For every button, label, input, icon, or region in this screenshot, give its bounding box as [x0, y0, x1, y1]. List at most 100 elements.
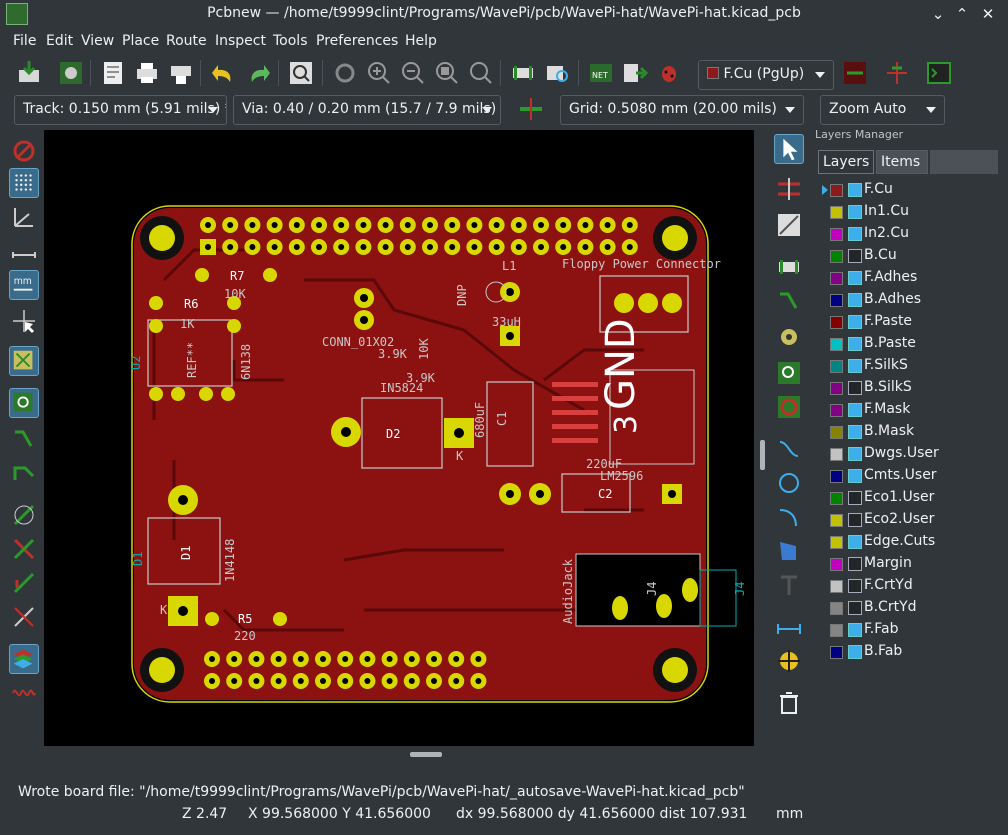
minimize-icon[interactable]: ⌄	[928, 4, 948, 24]
layer-row-f-adhes[interactable]: F.Adhes	[822, 267, 1002, 289]
auto-delete-icon[interactable]	[9, 424, 39, 454]
layer-pair-icon[interactable]	[840, 58, 870, 88]
layer-visibility-checkbox[interactable]	[848, 535, 862, 549]
layer-row-f-fab[interactable]: F.Fab	[822, 619, 1002, 641]
layer-visibility-checkbox[interactable]	[848, 557, 862, 571]
track-width-select[interactable]: Track: 0.150 mm (5.91 mils) *	[14, 95, 227, 125]
layer-visibility-checkbox[interactable]	[848, 469, 862, 483]
high-contrast-icon[interactable]	[9, 644, 39, 674]
microwave-toolbar-icon[interactable]	[9, 678, 39, 708]
layer-visibility-checkbox[interactable]	[848, 205, 862, 219]
layer-row-f-mask[interactable]: F.Mask	[822, 399, 1002, 421]
microwave-icon[interactable]	[882, 58, 912, 88]
layer-visibility-checkbox[interactable]	[848, 623, 862, 637]
layer-color-swatch[interactable]	[830, 536, 843, 549]
layer-visibility-checkbox[interactable]	[848, 513, 862, 527]
layer-color-swatch[interactable]	[830, 492, 843, 505]
layer-color-swatch[interactable]	[830, 382, 843, 395]
menu-help[interactable]: Help	[405, 33, 437, 49]
plot-icon[interactable]	[166, 58, 196, 88]
drc-off-icon[interactable]	[9, 136, 39, 166]
pcb-canvas[interactable]: GND 3 Floppy Power Connector L1 R7 10K R…	[44, 130, 754, 746]
zone-disable-icon[interactable]	[9, 568, 39, 598]
auto-track-width-icon[interactable]	[516, 94, 546, 124]
grid-icon[interactable]	[9, 168, 39, 198]
layer-row-b-silks[interactable]: B.SilkS	[822, 377, 1002, 399]
layer-color-swatch[interactable]	[830, 184, 843, 197]
route-track-icon[interactable]	[774, 286, 804, 316]
layer-row-b-mask[interactable]: B.Mask	[822, 421, 1002, 443]
local-ratsnest-icon[interactable]	[9, 388, 39, 418]
layer-row-margin[interactable]: Margin	[822, 553, 1002, 575]
grid-select[interactable]: Grid: 0.5080 mm (20.00 mils)	[560, 95, 804, 125]
print-icon[interactable]	[132, 58, 162, 88]
maximize-icon[interactable]: ⌃	[952, 4, 972, 24]
layer-visibility-checkbox[interactable]	[848, 645, 862, 659]
board-setup-icon[interactable]	[56, 58, 86, 88]
add-keepout-icon[interactable]	[774, 392, 804, 422]
layer-color-swatch[interactable]	[830, 228, 843, 241]
netlist-icon[interactable]: NET	[586, 58, 616, 88]
layer-color-swatch[interactable]	[830, 602, 843, 615]
layer-color-swatch[interactable]	[830, 624, 843, 637]
zoom-in-icon[interactable]	[364, 58, 394, 88]
highlight-net-icon[interactable]	[774, 174, 804, 204]
footprint-editor-icon[interactable]	[508, 58, 538, 88]
menu-tools[interactable]: Tools	[273, 33, 308, 49]
delete-icon[interactable]	[774, 688, 804, 718]
save-icon[interactable]	[14, 58, 44, 88]
add-polygon-icon[interactable]	[774, 536, 804, 566]
menu-inspect[interactable]: Inspect	[215, 33, 266, 49]
layer-row-b-fab[interactable]: B.Fab	[822, 641, 1002, 663]
add-footprint-icon[interactable]	[774, 252, 804, 282]
local-ratsnest-icon[interactable]	[774, 210, 804, 240]
add-text-icon[interactable]	[774, 570, 804, 600]
zoom-fit-icon[interactable]	[432, 58, 462, 88]
zone-outline-icon[interactable]	[9, 534, 39, 564]
inch-units-icon[interactable]	[9, 240, 39, 270]
layer-color-swatch[interactable]	[830, 404, 843, 417]
redraw-icon[interactable]	[330, 58, 360, 88]
add-target-icon[interactable]	[774, 646, 804, 676]
layer-visibility-checkbox[interactable]	[848, 579, 862, 593]
ratsnest-icon[interactable]	[9, 346, 39, 376]
layer-visibility-checkbox[interactable]	[848, 293, 862, 307]
layer-visibility-checkbox[interactable]	[848, 601, 862, 615]
menu-view[interactable]: View	[81, 33, 114, 49]
layer-color-swatch[interactable]	[830, 316, 843, 329]
layer-visibility-checkbox[interactable]	[848, 183, 862, 197]
layer-select[interactable]: F.Cu (PgUp)	[698, 60, 834, 90]
pads-sketch-icon[interactable]	[9, 602, 39, 632]
layer-row-in2-cu[interactable]: In2.Cu	[822, 223, 1002, 245]
layer-visibility-checkbox[interactable]	[848, 447, 862, 461]
layer-visibility-checkbox[interactable]	[848, 227, 862, 241]
menu-place[interactable]: Place	[122, 33, 159, 49]
layer-row-eco1-user[interactable]: Eco1.User	[822, 487, 1002, 509]
layer-color-swatch[interactable]	[830, 470, 843, 483]
layer-color-swatch[interactable]	[830, 558, 843, 571]
layer-row-cmts-user[interactable]: Cmts.User	[822, 465, 1002, 487]
layer-color-swatch[interactable]	[830, 448, 843, 461]
update-pcb-icon[interactable]	[620, 58, 650, 88]
canvas-vertical-scrollbar[interactable]	[760, 440, 765, 470]
tab-layers[interactable]: Layers	[818, 150, 875, 174]
layer-color-swatch[interactable]	[830, 426, 843, 439]
layer-visibility-checkbox[interactable]	[848, 271, 862, 285]
layer-row-eco2-user[interactable]: Eco2.User	[822, 509, 1002, 531]
add-arc-icon[interactable]	[774, 502, 804, 532]
add-zone-icon[interactable]	[774, 358, 804, 388]
add-circle-icon[interactable]	[774, 468, 804, 498]
add-line-icon[interactable]	[774, 434, 804, 464]
layer-visibility-checkbox[interactable]	[848, 381, 862, 395]
layer-color-swatch[interactable]	[830, 360, 843, 373]
page-settings-icon[interactable]	[98, 58, 128, 88]
zoom-out-icon[interactable]	[398, 58, 428, 88]
layer-row-edge-cuts[interactable]: Edge.Cuts	[822, 531, 1002, 553]
layer-visibility-checkbox[interactable]	[848, 359, 862, 373]
layer-row-b-paste[interactable]: B.Paste	[822, 333, 1002, 355]
layer-row-f-silks[interactable]: F.SilkS	[822, 355, 1002, 377]
mm-units-icon[interactable]: mm	[9, 270, 39, 300]
layer-color-swatch[interactable]	[830, 646, 843, 659]
menu-preferences[interactable]: Preferences	[316, 33, 398, 49]
layer-row-in1-cu[interactable]: In1.Cu	[822, 201, 1002, 223]
